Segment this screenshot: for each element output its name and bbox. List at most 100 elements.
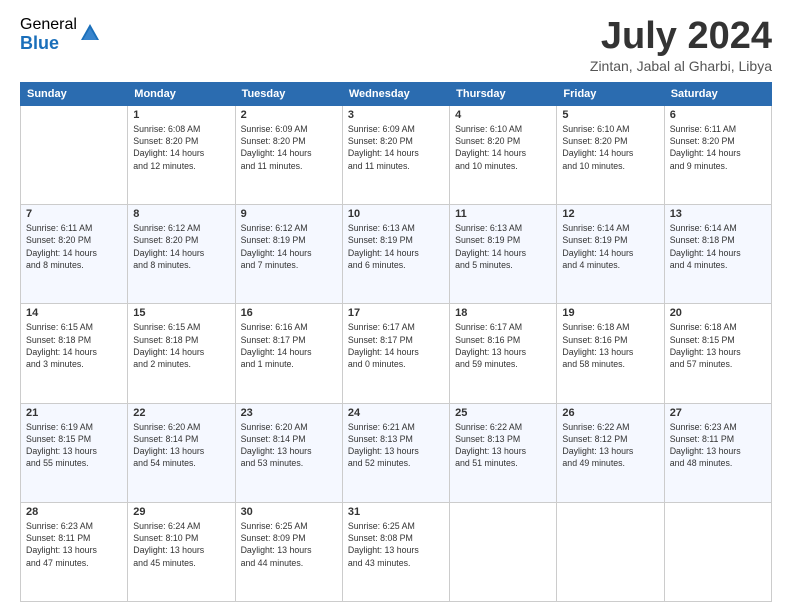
day-number: 15 <box>133 307 229 319</box>
calendar-cell: 4 Sunrise: 6:10 AM Sunset: 8:20 PM Daylig… <box>450 105 557 204</box>
calendar-week-5: 28 Sunrise: 6:23 AM Sunset: 8:11 PM Dayli… <box>21 502 772 601</box>
calendar-cell: 21 Sunrise: 6:19 AM Sunset: 8:15 PM Dayli… <box>21 403 128 502</box>
day-info: Sunrise: 6:16 AM Sunset: 8:17 PM Dayligh… <box>241 321 337 370</box>
month-title: July 2024 <box>590 16 772 58</box>
day-info: Sunrise: 6:22 AM Sunset: 8:13 PM Dayligh… <box>455 421 551 470</box>
calendar-cell: 29 Sunrise: 6:24 AM Sunset: 8:10 PM Dayli… <box>128 502 235 601</box>
header: General Blue July 2024 Zintan, Jabal al … <box>20 16 772 74</box>
day-info: Sunrise: 6:17 AM Sunset: 8:17 PM Dayligh… <box>348 321 444 370</box>
calendar-week-4: 21 Sunrise: 6:19 AM Sunset: 8:15 PM Dayli… <box>21 403 772 502</box>
day-number: 25 <box>455 407 551 419</box>
day-number: 12 <box>562 208 658 220</box>
logo-text: General Blue <box>20 16 77 53</box>
calendar-cell: 13 Sunrise: 6:14 AM Sunset: 8:18 PM Dayli… <box>664 205 771 304</box>
calendar-cell: 22 Sunrise: 6:20 AM Sunset: 8:14 PM Dayli… <box>128 403 235 502</box>
day-info: Sunrise: 6:15 AM Sunset: 8:18 PM Dayligh… <box>26 321 122 370</box>
day-info: Sunrise: 6:21 AM Sunset: 8:13 PM Dayligh… <box>348 421 444 470</box>
day-number: 31 <box>348 506 444 518</box>
calendar-table: SundayMondayTuesdayWednesdayThursdayFrid… <box>20 82 772 602</box>
calendar-header-friday: Friday <box>557 82 664 105</box>
calendar-header-saturday: Saturday <box>664 82 771 105</box>
day-info: Sunrise: 6:09 AM Sunset: 8:20 PM Dayligh… <box>348 123 444 172</box>
day-number: 28 <box>26 506 122 518</box>
day-info: Sunrise: 6:10 AM Sunset: 8:20 PM Dayligh… <box>455 123 551 172</box>
calendar-cell <box>450 502 557 601</box>
calendar-cell: 17 Sunrise: 6:17 AM Sunset: 8:17 PM Dayli… <box>342 304 449 403</box>
calendar-cell: 15Sunrise: 6:15 AM Sunset: 8:18 PM Dayli… <box>128 304 235 403</box>
calendar-cell <box>557 502 664 601</box>
day-number: 5 <box>562 109 658 121</box>
day-number: 24 <box>348 407 444 419</box>
calendar-cell: 23 Sunrise: 6:20 AM Sunset: 8:14 PM Dayli… <box>235 403 342 502</box>
day-info: Sunrise: 6:17 AM Sunset: 8:16 PM Dayligh… <box>455 321 551 370</box>
day-number: 21 <box>26 407 122 419</box>
day-number: 18 <box>455 307 551 319</box>
calendar-cell: 3 Sunrise: 6:09 AM Sunset: 8:20 PM Daylig… <box>342 105 449 204</box>
day-info: Sunrise: 6:18 AM Sunset: 8:15 PM Dayligh… <box>670 321 766 370</box>
day-number: 23 <box>241 407 337 419</box>
day-info: Sunrise: 6:14 AM Sunset: 8:18 PM Dayligh… <box>670 222 766 271</box>
day-info: Sunrise: 6:22 AM Sunset: 8:12 PM Dayligh… <box>562 421 658 470</box>
calendar-cell: 2Sunrise: 6:09 AM Sunset: 8:20 PM Daylig… <box>235 105 342 204</box>
day-info: Sunrise: 6:20 AM Sunset: 8:14 PM Dayligh… <box>241 421 337 470</box>
calendar-cell: 10Sunrise: 6:13 AM Sunset: 8:19 PM Dayli… <box>342 205 449 304</box>
day-number: 11 <box>455 208 551 220</box>
calendar-header-thursday: Thursday <box>450 82 557 105</box>
calendar-header-wednesday: Wednesday <box>342 82 449 105</box>
calendar-cell: 27Sunrise: 6:23 AM Sunset: 8:11 PM Dayli… <box>664 403 771 502</box>
day-number: 16 <box>241 307 337 319</box>
logo-general: General <box>20 16 77 34</box>
day-number: 13 <box>670 208 766 220</box>
calendar-header-row: SundayMondayTuesdayWednesdayThursdayFrid… <box>21 82 772 105</box>
day-number: 17 <box>348 307 444 319</box>
calendar-week-3: 14 Sunrise: 6:15 AM Sunset: 8:18 PM Dayli… <box>21 304 772 403</box>
logo-blue: Blue <box>20 34 77 54</box>
calendar-cell: 18 Sunrise: 6:17 AM Sunset: 8:16 PM Dayli… <box>450 304 557 403</box>
day-number: 19 <box>562 307 658 319</box>
calendar-cell <box>664 502 771 601</box>
day-info: Sunrise: 6:12 AM Sunset: 8:19 PM Dayligh… <box>241 222 337 271</box>
calendar-cell: 26 Sunrise: 6:22 AM Sunset: 8:12 PM Dayli… <box>557 403 664 502</box>
title-section: July 2024 Zintan, Jabal al Gharbi, Libya <box>590 16 772 74</box>
day-number: 14 <box>26 307 122 319</box>
day-info: Sunrise: 6:24 AM Sunset: 8:10 PM Dayligh… <box>133 520 229 569</box>
calendar-week-1: 1Sunrise: 6:08 AM Sunset: 8:20 PM Daylig… <box>21 105 772 204</box>
day-info: Sunrise: 6:09 AM Sunset: 8:20 PM Dayligh… <box>241 123 337 172</box>
day-number: 8 <box>133 208 229 220</box>
calendar-cell: 16 Sunrise: 6:16 AM Sunset: 8:17 PM Dayli… <box>235 304 342 403</box>
page: General Blue July 2024 Zintan, Jabal al … <box>0 0 792 612</box>
day-number: 9 <box>241 208 337 220</box>
day-info: Sunrise: 6:19 AM Sunset: 8:15 PM Dayligh… <box>26 421 122 470</box>
calendar-cell: 30Sunrise: 6:25 AM Sunset: 8:09 PM Dayli… <box>235 502 342 601</box>
day-info: Sunrise: 6:18 AM Sunset: 8:16 PM Dayligh… <box>562 321 658 370</box>
day-info: Sunrise: 6:08 AM Sunset: 8:20 PM Dayligh… <box>133 123 229 172</box>
calendar-cell: 5Sunrise: 6:10 AM Sunset: 8:20 PM Daylig… <box>557 105 664 204</box>
calendar-cell: 20Sunrise: 6:18 AM Sunset: 8:15 PM Dayli… <box>664 304 771 403</box>
day-info: Sunrise: 6:23 AM Sunset: 8:11 PM Dayligh… <box>26 520 122 569</box>
location: Zintan, Jabal al Gharbi, Libya <box>590 58 772 74</box>
calendar-cell: 14 Sunrise: 6:15 AM Sunset: 8:18 PM Dayli… <box>21 304 128 403</box>
day-info: Sunrise: 6:11 AM Sunset: 8:20 PM Dayligh… <box>670 123 766 172</box>
day-info: Sunrise: 6:25 AM Sunset: 8:09 PM Dayligh… <box>241 520 337 569</box>
day-number: 3 <box>348 109 444 121</box>
calendar-cell: 25 Sunrise: 6:22 AM Sunset: 8:13 PM Dayli… <box>450 403 557 502</box>
day-number: 26 <box>562 407 658 419</box>
day-info: Sunrise: 6:25 AM Sunset: 8:08 PM Dayligh… <box>348 520 444 569</box>
calendar-header-tuesday: Tuesday <box>235 82 342 105</box>
calendar-cell: 9 Sunrise: 6:12 AM Sunset: 8:19 PM Daylig… <box>235 205 342 304</box>
day-number: 7 <box>26 208 122 220</box>
day-info: Sunrise: 6:13 AM Sunset: 8:19 PM Dayligh… <box>455 222 551 271</box>
logo: General Blue <box>20 16 101 53</box>
day-number: 29 <box>133 506 229 518</box>
calendar-header-sunday: Sunday <box>21 82 128 105</box>
day-info: Sunrise: 6:13 AM Sunset: 8:19 PM Dayligh… <box>348 222 444 271</box>
day-info: Sunrise: 6:11 AM Sunset: 8:20 PM Dayligh… <box>26 222 122 271</box>
day-number: 6 <box>670 109 766 121</box>
calendar-cell: 8Sunrise: 6:12 AM Sunset: 8:20 PM Daylig… <box>128 205 235 304</box>
logo-icon <box>79 22 101 44</box>
day-number: 22 <box>133 407 229 419</box>
day-info: Sunrise: 6:20 AM Sunset: 8:14 PM Dayligh… <box>133 421 229 470</box>
day-number: 4 <box>455 109 551 121</box>
calendar-cell: 19 Sunrise: 6:18 AM Sunset: 8:16 PM Dayli… <box>557 304 664 403</box>
day-number: 27 <box>670 407 766 419</box>
